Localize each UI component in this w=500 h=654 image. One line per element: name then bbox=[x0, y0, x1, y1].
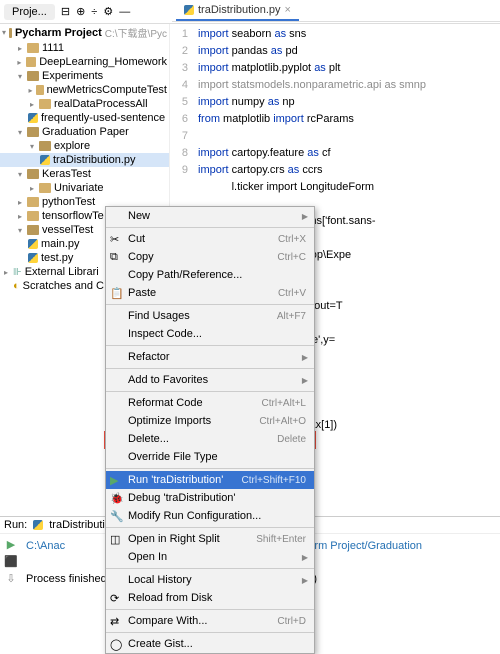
run-icon: ▶ bbox=[110, 474, 122, 486]
paste-icon: 📋 bbox=[110, 287, 122, 299]
menu-split[interactable]: ◫Open in Right SplitShift+Enter bbox=[106, 530, 314, 548]
stop-icon[interactable]: ⬛ bbox=[4, 555, 18, 568]
tree-item[interactable]: traDistribution.py bbox=[0, 153, 169, 167]
editor-tab[interactable]: traDistribution.py × bbox=[176, 1, 299, 21]
python-file-icon bbox=[28, 239, 38, 249]
tree-item[interactable]: ▸newMetricsComputeTest bbox=[0, 83, 169, 97]
menu-compare[interactable]: ⇄Compare With...Ctrl+D bbox=[106, 612, 314, 630]
collapse-icon[interactable]: ⊟ bbox=[61, 5, 70, 18]
python-file-icon bbox=[184, 5, 194, 15]
menu-refactor[interactable]: Refactor▶ bbox=[106, 348, 314, 366]
bug-icon: 🐞 bbox=[110, 492, 122, 504]
menu-inspect[interactable]: Inspect Code... bbox=[106, 325, 314, 343]
menu-localhist[interactable]: Local History▶ bbox=[106, 571, 314, 589]
tree-item[interactable]: frequently-used-sentence bbox=[0, 111, 169, 125]
folder-icon bbox=[27, 127, 39, 137]
folder-icon bbox=[27, 169, 39, 179]
editor-tab-label: traDistribution.py bbox=[198, 4, 281, 16]
folder-icon bbox=[39, 183, 51, 193]
tree-item[interactable]: ▾Experiments bbox=[0, 69, 169, 83]
tree-item[interactable]: ▾explore bbox=[0, 139, 169, 153]
menu-favorites[interactable]: Add to Favorites▶ bbox=[106, 371, 314, 389]
library-icon: ⊪ bbox=[13, 267, 22, 278]
divide-icon[interactable]: ÷ bbox=[91, 6, 97, 18]
menu-modify[interactable]: 🔧Modify Run Configuration... bbox=[106, 507, 314, 525]
folder-icon bbox=[39, 141, 51, 151]
menu-cut[interactable]: ✂CutCtrl+X bbox=[106, 230, 314, 248]
menu-override[interactable]: Override File Type bbox=[106, 448, 314, 466]
wrench-icon: 🔧 bbox=[110, 510, 122, 522]
menu-new[interactable]: New▶ bbox=[106, 207, 314, 225]
down-icon[interactable]: ⇩ bbox=[6, 572, 15, 585]
copy-icon: ⧉ bbox=[110, 251, 122, 263]
folder-icon bbox=[39, 99, 51, 109]
menu-copypath[interactable]: Copy Path/Reference... bbox=[106, 266, 314, 284]
hide-icon[interactable]: — bbox=[119, 6, 130, 18]
rerun-icon[interactable]: ▶ bbox=[7, 538, 15, 551]
menu-openin[interactable]: Open In▶ bbox=[106, 548, 314, 566]
tree-item[interactable]: ▾KerasTest bbox=[0, 167, 169, 181]
folder-icon bbox=[27, 211, 39, 221]
github-icon: ◯ bbox=[110, 638, 122, 650]
menu-findusages[interactable]: Find UsagesAlt+F7 bbox=[106, 307, 314, 325]
scissors-icon: ✂ bbox=[110, 233, 122, 245]
tree-root[interactable]: ▾ Pycharm Project C:\下载盘\Pyc bbox=[0, 24, 169, 41]
folder-icon bbox=[9, 28, 12, 38]
compare-icon: ⇄ bbox=[110, 615, 122, 627]
gear-icon[interactable]: ⚙ bbox=[103, 5, 113, 18]
split-icon: ◫ bbox=[110, 533, 122, 545]
folder-icon bbox=[27, 43, 39, 53]
menu-optimize[interactable]: Optimize ImportsCtrl+Alt+O bbox=[106, 412, 314, 430]
menu-reload[interactable]: ⟳Reload from Disk bbox=[106, 589, 314, 607]
tree-item[interactable]: ▾Graduation Paper bbox=[0, 125, 169, 139]
run-label: Run: bbox=[4, 519, 27, 531]
tree-item[interactable]: ▸Univariate bbox=[0, 181, 169, 195]
python-file-icon bbox=[28, 253, 38, 263]
context-menu: New▶ ✂CutCtrl+X ⧉CopyCtrl+C Copy Path/Re… bbox=[105, 206, 315, 654]
python-file-icon bbox=[40, 155, 50, 165]
menu-gist[interactable]: ◯Create Gist... bbox=[106, 635, 314, 653]
folder-icon bbox=[27, 71, 39, 81]
menu-copy[interactable]: ⧉CopyCtrl+C bbox=[106, 248, 314, 266]
project-tab[interactable]: Proje... bbox=[4, 4, 55, 20]
folder-icon bbox=[26, 57, 36, 67]
python-file-icon bbox=[28, 113, 38, 123]
folder-icon bbox=[27, 197, 39, 207]
expand-icon[interactable]: ⊕ bbox=[76, 5, 85, 18]
menu-reformat[interactable]: Reformat CodeCtrl+Alt+L bbox=[106, 394, 314, 412]
menu-delete[interactable]: Delete...Delete bbox=[106, 430, 314, 448]
menu-debug[interactable]: 🐞Debug 'traDistribution' bbox=[106, 489, 314, 507]
tree-item[interactable]: ▸DeepLearning_Homework bbox=[0, 55, 169, 69]
tree-item[interactable]: ▸realDataProcessAll bbox=[0, 97, 169, 111]
menu-paste[interactable]: 📋PasteCtrl+V bbox=[106, 284, 314, 302]
folder-icon bbox=[27, 225, 39, 235]
folder-icon bbox=[36, 85, 44, 95]
reload-icon: ⟳ bbox=[110, 592, 122, 604]
tree-item[interactable]: ▸1111 bbox=[0, 41, 169, 55]
scratch-icon: ◐ bbox=[13, 280, 20, 292]
close-tab-icon[interactable]: × bbox=[285, 4, 291, 16]
menu-run[interactable]: ▶Run 'traDistribution'Ctrl+Shift+F10 bbox=[106, 471, 314, 489]
run-config-name: traDistributi bbox=[49, 519, 105, 531]
python-file-icon bbox=[33, 520, 43, 530]
